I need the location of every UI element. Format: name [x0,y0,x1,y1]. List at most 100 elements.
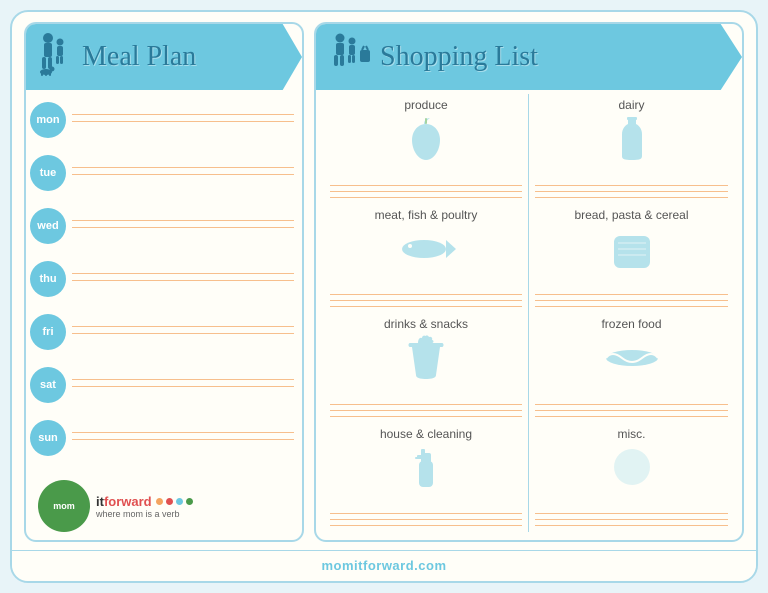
bread-icon [535,224,728,274]
day-circle-fri: fri [30,314,66,350]
section-meat: meat, fish & poultry [324,204,529,314]
shopping-list-header: Shopping List [316,24,742,90]
shop-line [330,404,522,405]
logo-tagline: where mom is a verb [96,509,193,519]
shop-line [330,300,522,301]
misc-lines [535,493,728,529]
frozen-icon [535,333,728,383]
dot-1 [156,498,163,505]
shop-line [535,416,728,417]
day-line [72,379,294,380]
house-lines [330,493,522,529]
section-house-title: house & cleaning [330,427,522,441]
dot-2 [166,498,173,505]
day-row-thu: thu [26,255,294,304]
meal-plan-panel: Meal Plan mon tue [24,22,304,542]
logo-dots [156,498,193,505]
shop-line [330,191,522,192]
shop-line [535,410,728,411]
misc-icon [535,443,728,493]
day-line [72,220,294,221]
day-line [72,326,294,327]
day-circle-tue: tue [30,155,66,191]
day-line [72,280,294,281]
shop-line [535,525,728,526]
section-drinks-title: drinks & snacks [330,317,522,331]
shop-line [535,185,728,186]
shop-line [535,300,728,301]
day-lines-fri [72,326,294,338]
cup-icon [330,333,522,383]
drinks-lines [330,383,522,419]
bread-lines [535,274,728,310]
logo-circle: mom [38,480,90,532]
section-dairy: dairy [529,94,734,204]
shop-line [535,404,728,405]
meal-plan-header: Meal Plan [26,24,302,90]
day-row-sat: sat [26,360,294,409]
meal-plan-title: Meal Plan [82,41,196,73]
day-lines-mon [72,114,294,126]
meal-plan-icon [38,32,74,82]
day-circle-mon: mon [30,102,66,138]
day-line [72,439,294,440]
section-misc-title: misc. [535,427,728,441]
section-house: house & cleaning [324,423,529,533]
day-line [72,167,294,168]
shop-line [330,197,522,198]
footer-url: momitforward.com [321,558,446,573]
section-produce-title: produce [330,98,522,112]
day-line [72,121,294,122]
section-misc: misc. [529,423,734,533]
apple-icon [330,114,522,164]
shop-line [330,294,522,295]
day-line [72,432,294,433]
shop-line [330,410,522,411]
produce-lines [330,164,522,200]
shop-line [535,306,728,307]
logo-row: it forward [96,494,193,509]
section-frozen-title: frozen food [535,317,728,331]
day-row-fri: fri [26,307,294,356]
dairy-lines [535,164,728,200]
day-circle-sat: sat [30,367,66,403]
day-line [72,333,294,334]
shop-line [330,519,522,520]
shop-line [535,197,728,198]
shop-line [330,185,522,186]
shop-line [535,191,728,192]
section-drinks: drinks & snacks [324,313,529,423]
shop-line [535,519,728,520]
logo-area: mom it forward where mom is a verb [26,474,302,540]
dot-3 [176,498,183,505]
frozen-lines [535,383,728,419]
day-line [72,227,294,228]
page: Meal Plan mon tue [10,10,758,583]
section-bread: bread, pasta & cereal [529,204,734,314]
shop-line [535,294,728,295]
main-content: Meal Plan mon tue [12,12,756,550]
shopping-list-body: produce [316,90,742,540]
shop-line [330,306,522,307]
shop-line [535,513,728,514]
logo-text: it forward where mom is a verb [96,494,193,519]
meat-lines [330,274,522,310]
shopping-list-panel: Shopping List produce [314,22,744,542]
spray-icon [330,443,522,493]
day-lines-tue [72,167,294,179]
day-row-mon: mon [26,96,294,145]
shopping-icon [328,32,372,82]
logo-forward: forward [104,494,152,509]
dot-4 [186,498,193,505]
day-row-wed: wed [26,202,294,251]
section-dairy-title: dairy [535,98,728,112]
shop-line [330,416,522,417]
day-circle-wed: wed [30,208,66,244]
day-lines-thu [72,273,294,285]
day-line [72,114,294,115]
shopping-list-title: Shopping List [380,41,538,73]
section-frozen: frozen food [529,313,734,423]
section-bread-title: bread, pasta & cereal [535,208,728,222]
section-meat-title: meat, fish & poultry [330,208,522,222]
page-footer: momitforward.com [12,550,756,581]
